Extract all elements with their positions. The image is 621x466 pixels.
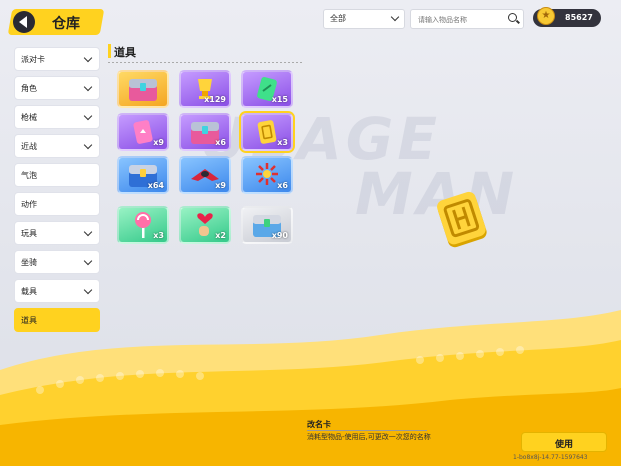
search-box[interactable] (410, 9, 524, 29)
item-slot[interactable]: x9 (117, 113, 169, 151)
sidebar-item-bubble[interactable]: 气泡 (14, 163, 100, 187)
item-count: x2 (215, 231, 226, 240)
item-slot[interactable] (117, 70, 169, 108)
chest-icon (129, 79, 157, 101)
filter-selected-label: 全部 (330, 14, 346, 23)
item-slot[interactable]: x90 (241, 206, 293, 244)
sidebar-item-label: 载具 (21, 287, 37, 296)
item-slot[interactable]: x6 (179, 113, 231, 151)
item-count: x3 (153, 231, 164, 240)
sidebar-item-firearms[interactable]: 枪械 (14, 105, 100, 129)
chevron-down-icon (83, 82, 93, 92)
sidebar-item-melee[interactable]: 近战 (14, 134, 100, 158)
item-slot[interactable]: x6 (241, 156, 293, 194)
section-accent (108, 44, 111, 58)
item-slot-selected[interactable]: x3 (241, 113, 293, 151)
section-divider (108, 62, 303, 63)
item-count: x6 (215, 138, 226, 147)
sidebar-item-label: 气泡 (21, 171, 37, 180)
sidebar-item-vehicle[interactable]: 载具 (14, 279, 100, 303)
sidebar-item-emote[interactable]: 动作 (14, 192, 100, 216)
item-count: x15 (271, 95, 288, 104)
chevron-down-icon (83, 140, 93, 150)
use-button-label: 使用 (554, 440, 573, 450)
item-slot[interactable]: x129 (179, 70, 231, 108)
page-title: 仓库 (52, 16, 80, 32)
sidebar-item-label: 派对卡 (21, 55, 45, 64)
item-count: x9 (215, 181, 226, 190)
currency-amount: 85627 (565, 13, 593, 22)
chevron-down-icon (83, 53, 93, 63)
item-slot[interactable]: x15 (241, 70, 293, 108)
item-count: x64 (147, 181, 164, 190)
sidebar-item-label: 近战 (21, 142, 37, 151)
sidebar-item-character[interactable]: 角色 (14, 76, 100, 100)
use-button[interactable]: 使用 (521, 432, 607, 452)
search-icon[interactable] (508, 13, 517, 22)
sidebar-item-mount[interactable]: 坐骑 (14, 250, 100, 274)
chevron-down-icon (83, 285, 93, 295)
item-count: x90 (271, 231, 288, 240)
detail-divider (307, 430, 427, 431)
sidebar-item-toys[interactable]: 玩具 (14, 221, 100, 245)
sidebar-item-props[interactable]: 道具 (14, 308, 100, 332)
chevron-down-icon (83, 227, 93, 237)
item-description: 消耗型物品-使用后,可更改一次您的名称 (307, 433, 431, 441)
item-slot[interactable]: x9 (179, 156, 231, 194)
item-count: x6 (277, 181, 288, 190)
sidebar-item-party-card[interactable]: 派对卡 (14, 47, 100, 71)
sidebar-item-label: 动作 (21, 200, 37, 209)
player-uid: 1-bo8x8j-14.77-1597643 (513, 454, 588, 461)
item-name: 改名卡 (307, 420, 331, 429)
section-title: 道具 (114, 46, 136, 59)
item-count: x129 (204, 95, 226, 104)
sidebar-item-label: 枪械 (21, 113, 37, 122)
item-slot[interactable]: x3 (117, 206, 169, 244)
star-coin-icon: ★ (537, 7, 555, 25)
search-input[interactable] (416, 12, 505, 27)
chevron-down-icon (83, 111, 93, 121)
sidebar-item-label: 玩具 (21, 229, 37, 238)
chevron-down-icon (390, 12, 400, 22)
chevron-down-icon (83, 256, 93, 266)
item-slot[interactable]: x2 (179, 206, 231, 244)
sidebar-item-label: 坐骑 (21, 258, 37, 267)
sidebar-item-label: 道具 (21, 316, 37, 325)
sidebar-item-label: 角色 (21, 84, 37, 93)
rename-card-preview-icon (437, 191, 487, 248)
category-filter-dropdown[interactable]: 全部 (323, 9, 405, 29)
item-count: x9 (153, 138, 164, 147)
back-arrow-icon (19, 16, 27, 28)
item-slot[interactable]: x64 (117, 156, 169, 194)
item-count: x3 (277, 138, 288, 147)
